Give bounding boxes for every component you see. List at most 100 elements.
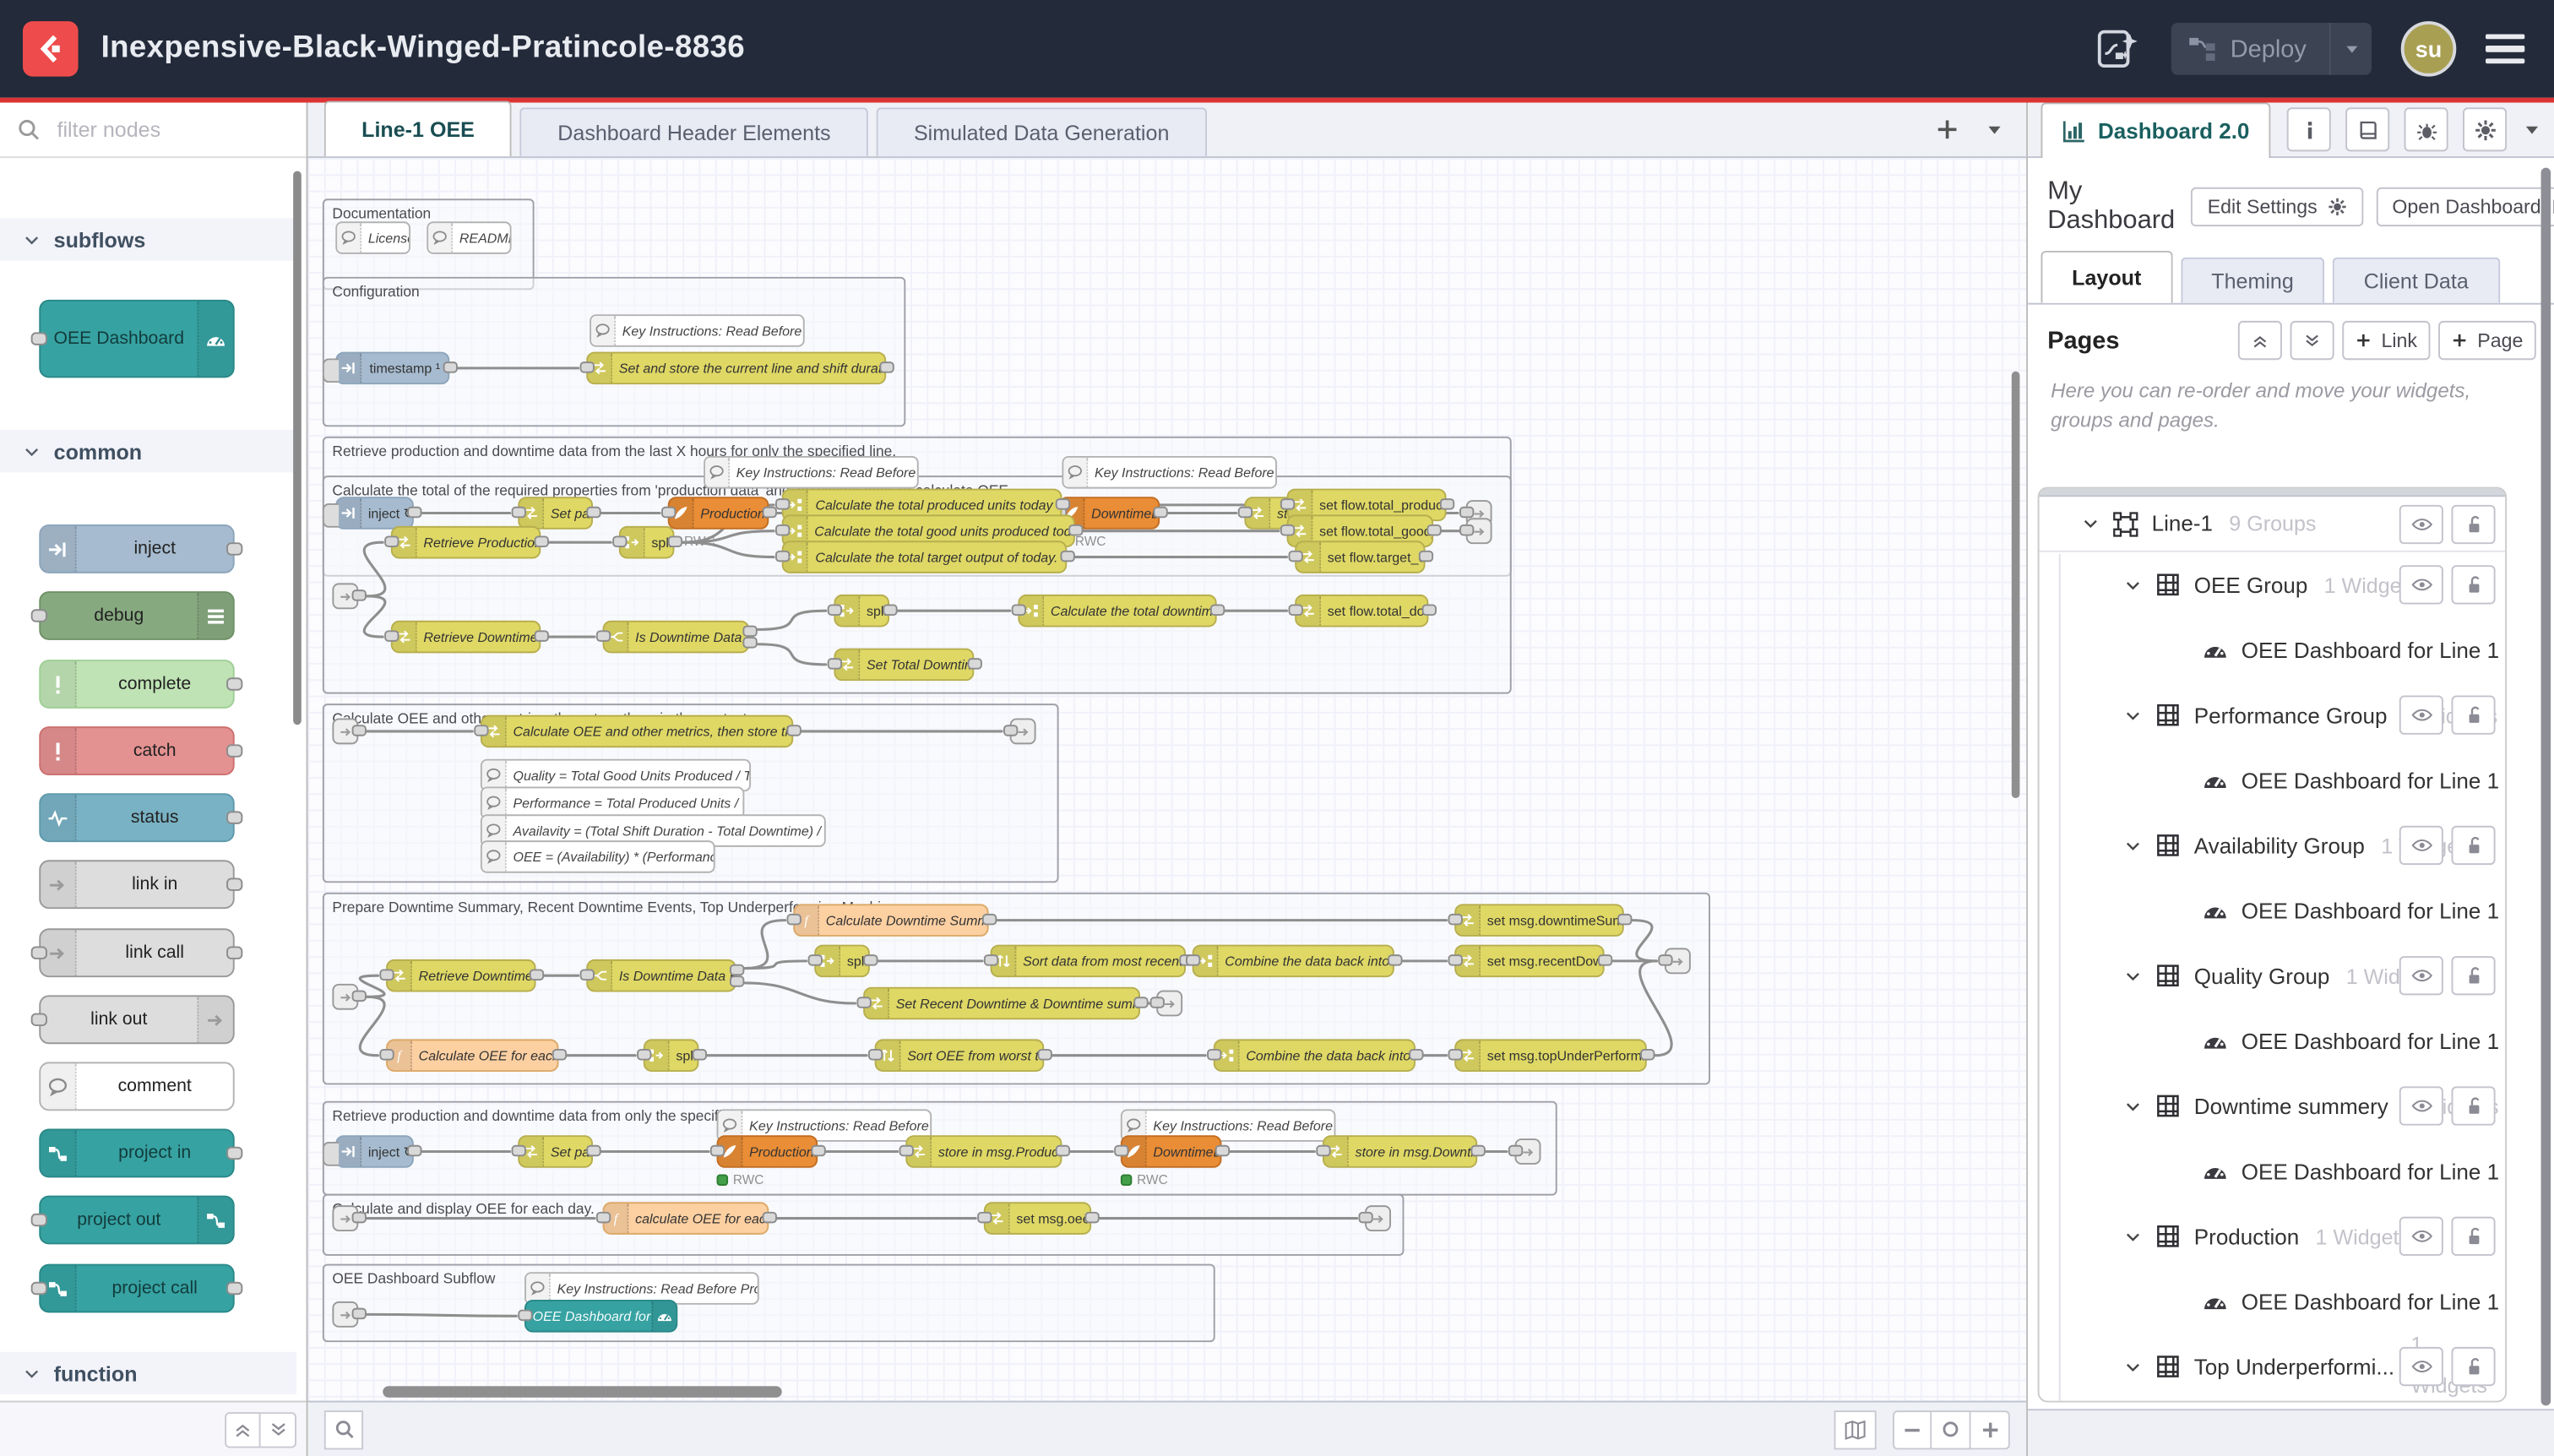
tree-row-group[interactable]: Downtime summery1 Widgets [2040, 1073, 2506, 1138]
output-port-1[interactable] [742, 626, 756, 637]
output-port[interactable] [406, 1145, 421, 1156]
palette-node-complete[interactable]: complete [39, 660, 234, 709]
output-port[interactable] [786, 725, 801, 736]
canvas-search-button[interactable] [324, 1410, 363, 1448]
flow-node-change-set-flow-target-output[interactable]: set flow.target_output [1295, 541, 1425, 573]
output-port[interactable] [1133, 997, 1147, 1008]
flow-node-join-combine-the-data-back-in[interactable]: Combine the data back into an array. [1214, 1039, 1416, 1072]
flow-node-func-calculate-downtime-summe[interactable]: fCalculate Downtime Summery [793, 904, 988, 937]
flow-node-join-calculate-the-total-targ[interactable]: Calculate the total target output of tod… [782, 541, 1067, 573]
tree-row-group[interactable]: OEE Group1 Widgets [2040, 552, 2506, 617]
input-port[interactable] [1357, 1212, 1372, 1224]
output-port[interactable] [226, 1147, 242, 1160]
output-port[interactable] [351, 1308, 366, 1320]
input-port[interactable] [473, 725, 487, 736]
output-port[interactable] [1470, 1145, 1485, 1156]
canvas-vertical-scrollbar[interactable] [2012, 372, 2020, 798]
flow-node-change-set-params[interactable]: Set params [518, 1135, 593, 1168]
input-port[interactable] [1448, 954, 1462, 966]
flow-node-sqlite-productiondata[interactable]: ProductionData [717, 1135, 818, 1168]
visibility-toggle-button[interactable] [2399, 504, 2443, 543]
palette-filter-input[interactable] [54, 116, 266, 144]
output-port[interactable] [351, 589, 366, 601]
flow-node-subflow-oee-dashboard-for-line-1[interactable]: OEE Dashboard for Line 1 [524, 1300, 677, 1333]
tree-row-group[interactable]: Production1 Widgets [2040, 1203, 2506, 1269]
flow-node-inject-inject-[interactable]: inject ↻ [335, 497, 414, 530]
zoom-reset-button[interactable] [1932, 1410, 1970, 1448]
output-port[interactable] [552, 1049, 566, 1061]
output-port[interactable] [1068, 524, 1082, 535]
flow-node-linkout[interactable] [1010, 718, 1036, 744]
flow-canvas[interactable]: DocumentationConfigurationRetrieve produ… [307, 158, 2026, 1400]
expand-all-button[interactable] [2290, 321, 2334, 360]
input-port[interactable] [1003, 725, 1017, 736]
deploy-options-caret[interactable] [2329, 23, 2372, 75]
input-port[interactable] [1288, 604, 1302, 615]
palette-node-link-out[interactable]: link out [39, 995, 234, 1044]
flow-node-comment-readme[interactable]: README [427, 221, 511, 254]
input-port[interactable] [786, 914, 801, 926]
output-port[interactable] [1639, 1049, 1654, 1061]
palette-search[interactable] [0, 102, 307, 158]
zoom-out-button[interactable] [1893, 1410, 1932, 1448]
input-port[interactable] [1237, 507, 1252, 519]
flow-node-sort-sort-data-from-most-rece[interactable]: Sort data from most recent to oldest [991, 945, 1186, 978]
output-port[interactable] [226, 677, 242, 690]
inject-trigger-button[interactable] [323, 1141, 339, 1165]
flow-node-inject-timestamp-[interactable]: timestamp ¹ [335, 352, 449, 385]
flow-node-linkout[interactable] [1665, 948, 1691, 974]
input-port[interactable] [709, 1145, 724, 1156]
flow-node-split-split[interactable]: split [619, 526, 675, 559]
input-port[interactable] [856, 997, 870, 1008]
output-port[interactable] [351, 725, 366, 736]
input-port[interactable] [899, 1145, 913, 1156]
tree-row-widget[interactable]: OEE Dashboard for Line 1 [2040, 747, 2506, 812]
input-port[interactable] [383, 535, 398, 547]
visibility-toggle-button[interactable] [2399, 1086, 2443, 1125]
flow-node-func-calculate-oee-for-each-m[interactable]: fCalculate OEE for each machine [386, 1039, 558, 1072]
flow-node-change-set-msg-topunderperformi[interactable]: set msg.topUnderPerformingMachines [1454, 1039, 1647, 1072]
tree-row-page[interactable]: Line-19 Groups [2040, 497, 2506, 552]
output-port[interactable] [1597, 954, 1611, 966]
flow-node-join-combine-the-data-back-in[interactable]: Combine the data back into an array. [1193, 945, 1394, 978]
palette-node-project-in[interactable]: project in [39, 1128, 234, 1177]
flow-node-change-set-recent-downtime-do[interactable]: Set Recent Downtime & Downtime summery t… [863, 987, 1140, 1020]
tree-row-group[interactable]: Quality Group1 Widgets [2040, 943, 2506, 1008]
avatar[interactable]: su [2401, 21, 2457, 77]
flow-node-linkin[interactable] [332, 583, 358, 609]
input-port[interactable] [1280, 498, 1294, 509]
tree-row-widget[interactable]: OEE Dashboard for Line 1 [2040, 1269, 2506, 1334]
output-port[interactable] [1418, 551, 1432, 562]
flow-node-change-calculate-oee-and-other-[interactable]: Calculate OEE and other metrics, then st… [481, 715, 793, 748]
add-flow-button[interactable] [1935, 117, 1959, 141]
input-port[interactable] [636, 1049, 650, 1061]
tree-row-group[interactable]: Top Underperformi...1 Widgets [2040, 1334, 2506, 1399]
input-port[interactable] [579, 361, 594, 373]
palette-node-status[interactable]: status [39, 793, 234, 842]
input-port[interactable] [31, 946, 47, 959]
input-port[interactable] [1315, 1145, 1329, 1156]
flow-node-sort-sort-oee-from-worst-to-b[interactable]: Sort OEE from worst to best [875, 1039, 1045, 1072]
flow-node-change-set-msg-oeetrend[interactable]: set msg.oeeTrend [984, 1202, 1091, 1235]
output-port[interactable] [862, 954, 877, 966]
output-port[interactable] [1055, 498, 1069, 509]
palette-node-link-in[interactable]: link in [39, 860, 234, 909]
flow-node-comment-license[interactable]: License [335, 221, 410, 254]
palette-node-oee-dashboard[interactable]: OEE Dashboard [39, 300, 234, 378]
output-port[interactable] [226, 1282, 242, 1295]
tree-row-group[interactable]: Availability Group1 Widgets [2040, 812, 2506, 877]
visibility-toggle-button[interactable] [2399, 1217, 2443, 1256]
lock-toggle-button[interactable] [2451, 695, 2495, 734]
canvas-horizontal-scrollbar[interactable] [383, 1386, 781, 1398]
tree-row-group[interactable]: Performance Group1 Widgets [2040, 682, 2506, 747]
flow-node-split-split[interactable]: split [644, 1039, 699, 1072]
expand-categories-button[interactable] [261, 1411, 296, 1447]
flow-node-func-calculate-oee-for-each-d[interactable]: fcalculate OEE for each day [603, 1202, 769, 1235]
flow-tab-dashboard-header-elements[interactable]: Dashboard Header Elements [520, 107, 868, 156]
output-port[interactable] [226, 811, 242, 823]
tree-row-widget[interactable]: OEE Dashboard for Line 1 [2040, 877, 2506, 943]
output-port[interactable] [1152, 507, 1166, 519]
output-port-2[interactable] [729, 975, 743, 986]
input-port[interactable] [1149, 997, 1164, 1008]
input-port[interactable] [1448, 914, 1462, 926]
